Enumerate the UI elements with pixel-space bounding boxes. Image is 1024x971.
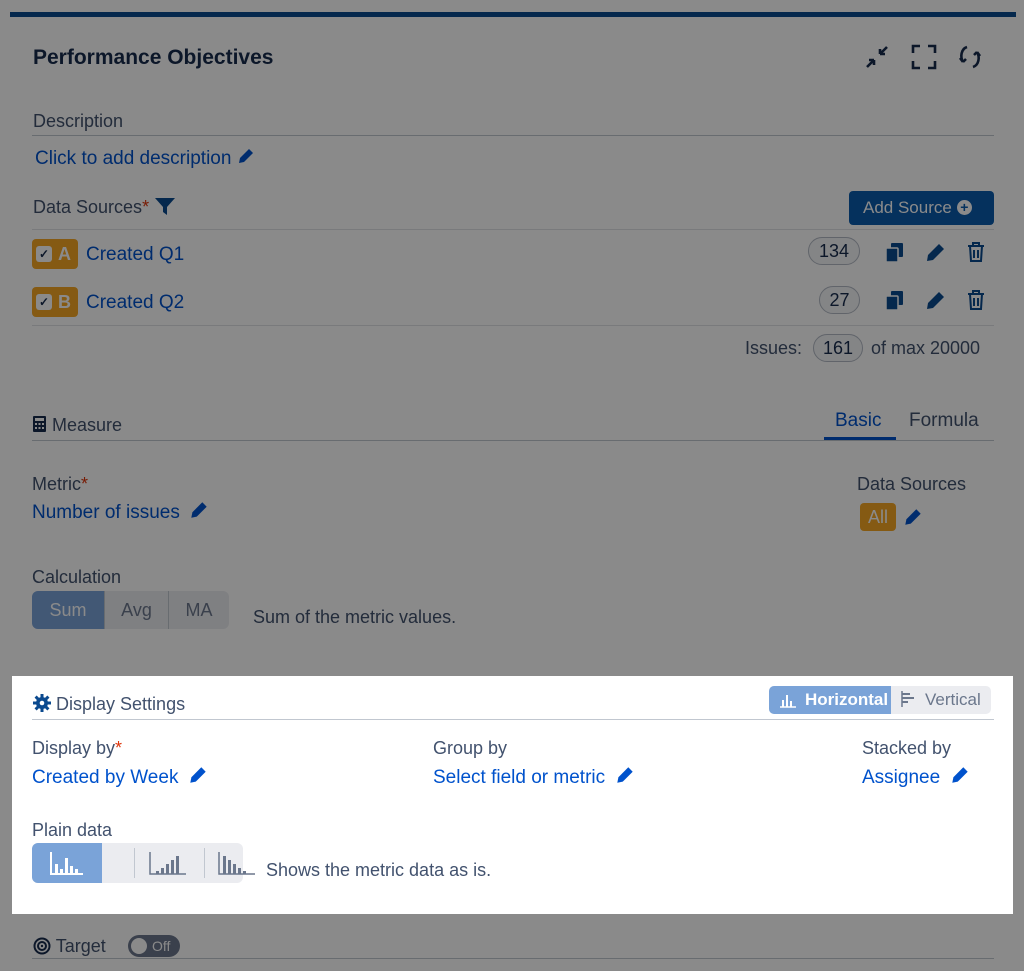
display-by-label-text: Display by: [32, 738, 116, 758]
horizontal-option[interactable]: Horizontal: [769, 686, 891, 714]
source-count-badge: 134: [808, 237, 860, 265]
data-sources-label: Data Sources*: [33, 196, 176, 218]
checkbox-icon[interactable]: ✓: [36, 246, 52, 262]
chart-style-segment: [32, 843, 255, 883]
pencil-icon[interactable]: [902, 506, 924, 528]
divider: [32, 958, 994, 959]
stacked-by-label: Stacked by: [862, 738, 952, 758]
toggle-label: Off: [152, 938, 171, 954]
source-tag-a[interactable]: ✓ A: [32, 239, 78, 269]
source-letter: B: [58, 292, 71, 312]
divider: [32, 325, 994, 326]
stacked-by-selector[interactable]: Assignee: [862, 764, 971, 789]
vertical-label[interactable]: Vertical: [925, 690, 981, 709]
required-mark: *: [81, 474, 89, 494]
add-source-button[interactable]: Add Source +: [849, 191, 994, 225]
measure-header: Measure: [32, 415, 122, 436]
stacked-by-value[interactable]: Assignee: [862, 767, 940, 788]
metric-value[interactable]: Number of issues: [32, 502, 180, 523]
display-settings-header: Display Settings: [33, 694, 185, 715]
target-icon: [33, 937, 51, 955]
issues-count-badge: 161: [813, 334, 863, 362]
target-toggle[interactable]: Off: [128, 935, 180, 957]
pencil-icon: [190, 767, 206, 783]
display-by-value[interactable]: Created by Week: [32, 767, 178, 788]
required-mark: *: [115, 738, 123, 758]
all-sources-tag[interactable]: All: [860, 503, 896, 531]
data-sources-label-text: Data Sources: [33, 197, 143, 217]
display-by-label: Display by*: [32, 738, 122, 759]
gear-icon: [33, 694, 51, 712]
trash-icon[interactable]: [965, 241, 987, 263]
plain-data-option[interactable]: [32, 843, 102, 883]
divider: [32, 229, 994, 230]
bar-chart-icon: [780, 695, 796, 708]
group-by-value[interactable]: Select field or metric: [433, 767, 605, 788]
calc-avg-option[interactable]: Avg: [104, 591, 168, 629]
add-source-label[interactable]: Add Source: [863, 198, 952, 217]
calculation-segment: Sum Avg MA: [32, 591, 229, 629]
issues-label: Issues:: [745, 338, 803, 358]
refresh-icon[interactable]: [957, 44, 983, 70]
fullscreen-icon[interactable]: [911, 44, 937, 70]
group-by-selector[interactable]: Select field or metric: [433, 764, 636, 789]
source-name-link[interactable]: Created Q2: [86, 292, 184, 314]
group-by-label: Group by: [433, 738, 508, 758]
source-name-link[interactable]: Created Q1: [86, 244, 184, 266]
target-label: Target: [55, 936, 106, 956]
checkbox-icon[interactable]: ✓: [36, 294, 52, 310]
ascending-bars-icon: [149, 852, 186, 875]
calculation-description: Sum of the metric values.: [253, 607, 457, 627]
vertical-option[interactable]: Vertical: [895, 686, 991, 714]
plain-bars-icon: [50, 852, 83, 875]
calculation-label: Calculation: [32, 567, 122, 587]
pencil-icon: [191, 502, 207, 518]
page-title: Performance Objectives: [33, 46, 274, 69]
source-tag-b[interactable]: ✓ B: [32, 287, 78, 317]
calc-ma-option[interactable]: MA: [168, 591, 229, 629]
toggle-knob: [131, 938, 147, 954]
plain-data-label: Plain data: [32, 820, 113, 840]
pencil-icon: [951, 767, 968, 783]
filter-icon[interactable]: [154, 196, 176, 216]
sorted-descending-option[interactable]: [205, 843, 255, 883]
metric-selector[interactable]: Number of issues: [32, 499, 210, 524]
metric-label-text: Metric: [32, 474, 81, 494]
display-by-selector[interactable]: Created by Week: [32, 764, 209, 789]
pencil-icon: [616, 767, 633, 783]
metric-sources-label: Data Sources: [857, 474, 967, 494]
pencil-icon: [238, 149, 253, 163]
source-letter: A: [58, 244, 71, 264]
calculator-icon: [33, 416, 46, 432]
edit-icon[interactable]: [925, 241, 947, 263]
display-settings-label: Display Settings: [56, 694, 186, 714]
tab-basic[interactable]: Basic: [835, 410, 881, 432]
target-header: Target: [33, 936, 106, 957]
bar-chart-vertical-icon: [901, 691, 914, 707]
collapse-icon[interactable]: [864, 44, 890, 70]
divider: [32, 440, 994, 441]
copy-icon[interactable]: [884, 241, 906, 263]
required-mark: *: [142, 197, 150, 217]
descending-bars-icon: [218, 852, 255, 875]
plain-data-description: Shows the metric data as is.: [266, 860, 492, 880]
add-description-text[interactable]: Click to add description: [35, 148, 231, 169]
measure-label: Measure: [52, 415, 123, 435]
metric-label: Metric*: [32, 474, 88, 495]
tab-formula[interactable]: Formula: [909, 410, 979, 432]
plus-circle-icon: +: [956, 200, 972, 215]
sorted-ascending-option[interactable]: [103, 843, 204, 883]
orientation-toggle: Horizontal Vertical: [769, 686, 991, 714]
horizontal-label[interactable]: Horizontal: [805, 690, 888, 709]
edit-icon[interactable]: [925, 289, 947, 311]
source-count-badge: 27: [819, 286, 860, 314]
calc-sum-option[interactable]: Sum: [32, 591, 104, 629]
trash-icon[interactable]: [965, 289, 987, 311]
divider: [32, 719, 994, 720]
issues-max: of max 20000: [871, 338, 981, 358]
description-label: Description: [33, 111, 124, 131]
copy-icon[interactable]: [884, 289, 906, 311]
add-description-link[interactable]: Click to add description: [35, 146, 256, 170]
divider: [32, 135, 994, 136]
